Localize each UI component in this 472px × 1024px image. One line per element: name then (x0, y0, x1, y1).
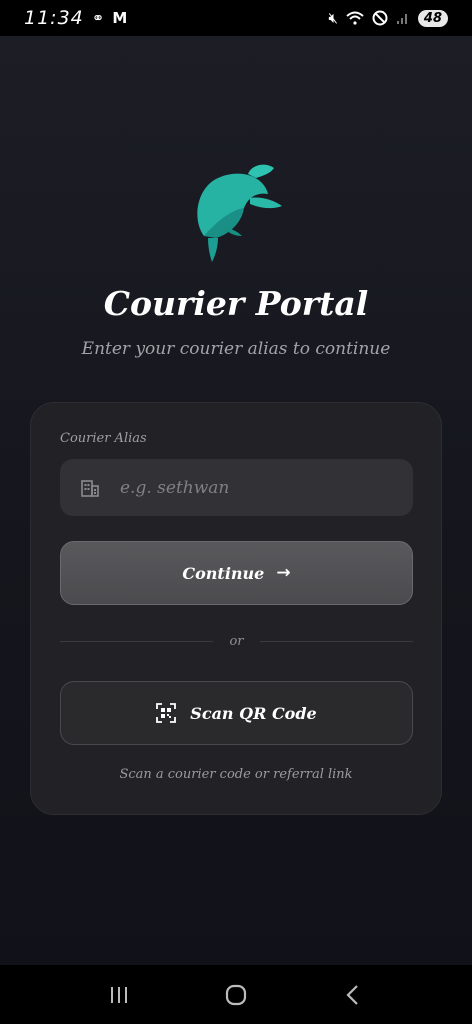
or-text: or (229, 633, 244, 649)
status-right: 🔇︎ 48 (328, 8, 448, 27)
battery-indicator: 48 (417, 9, 448, 27)
home-button[interactable] (216, 975, 256, 1015)
scan-qr-label: Scan QR Code (190, 703, 317, 723)
alias-input[interactable] (118, 476, 378, 499)
arrow-right-icon: → (276, 563, 291, 583)
recent-apps-button[interactable] (99, 975, 139, 1015)
qr-code-icon (156, 703, 177, 723)
do-not-disturb-icon (372, 10, 388, 26)
continue-button[interactable]: Continue → (60, 541, 413, 605)
divider-line-left (60, 640, 214, 642)
system-nav-bar (0, 965, 472, 1024)
home-icon (225, 984, 247, 1005)
status-bar: 11:34 ⚭ M 🔇︎ 48 (0, 0, 472, 36)
helper-text: Scan a courier code or referral link (119, 767, 353, 782)
page-subtitle: Enter your courier alias to continue (81, 339, 391, 359)
alias-input-container[interactable] (60, 459, 413, 516)
wifi-icon (346, 11, 364, 25)
back-button[interactable] (333, 975, 373, 1015)
building-icon (81, 479, 99, 497)
scan-qr-button[interactable]: Scan QR Code (60, 681, 413, 745)
alias-label: Courier Alias (60, 431, 147, 446)
sea-turtle-logo-icon (197, 164, 282, 262)
page-title: Courier Portal (103, 284, 369, 323)
or-divider: or (60, 631, 414, 651)
mute-icon: 🔇︎ (328, 8, 338, 27)
status-left: 11:34 ⚭ M (24, 7, 127, 29)
back-icon (346, 984, 359, 1005)
login-card: Courier Alias Continue → or (30, 402, 442, 815)
gmail-icon: M (112, 8, 128, 27)
recent-apps-icon (110, 986, 127, 1003)
divider-line-right (259, 640, 414, 642)
signal-icon (396, 14, 407, 24)
link-icon: ⚭ (91, 8, 105, 27)
continue-label: Continue (182, 563, 265, 583)
status-time: 11:34 (24, 7, 84, 29)
app-screen: Courier Portal Enter your courier alias … (0, 36, 472, 965)
